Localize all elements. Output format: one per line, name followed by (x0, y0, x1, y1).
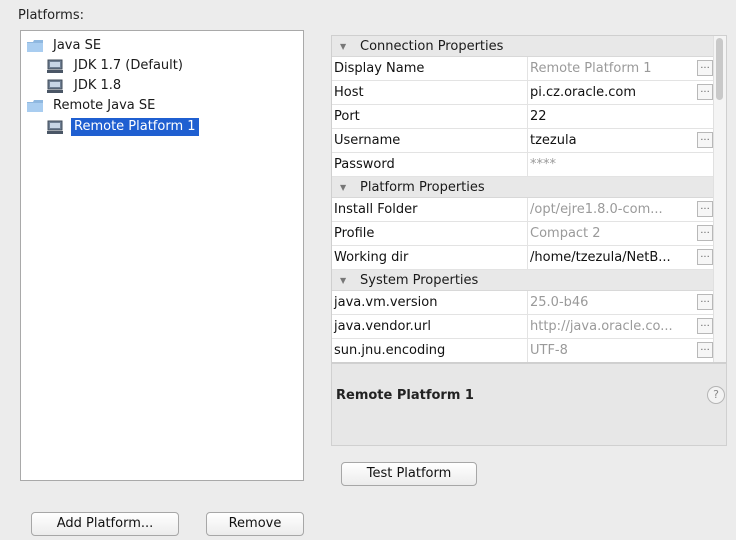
tree-node-label: Remote Java SE (53, 98, 156, 113)
section-title: Platform Properties (360, 180, 485, 195)
tree-node-java-se[interactable]: Java SE (27, 37, 104, 55)
expand-arrow-icon: ▼ (340, 42, 347, 51)
remove-button[interactable]: Remove (206, 512, 304, 536)
property-name: java.vm.version (334, 291, 528, 314)
ellipsis-button[interactable]: ... (697, 132, 713, 148)
property-value[interactable]: http://java.oracle.co... (530, 315, 702, 338)
description-panel: Remote Platform 1 ? (331, 363, 727, 446)
ellipsis-button[interactable]: ... (697, 294, 713, 310)
tree-node-remote-platform-1[interactable]: Remote Platform 1 (47, 118, 199, 136)
property-name: Working dir (334, 246, 528, 269)
vertical-scrollbar[interactable] (713, 36, 726, 362)
property-value[interactable]: 25.0-b46 (530, 291, 702, 314)
property-name: Port (334, 105, 528, 128)
tree-node-label: Remote Platform 1 (71, 118, 199, 136)
property-row-host[interactable]: Host pi.cz.oracle.com ... (332, 81, 715, 105)
property-value[interactable]: /opt/ejre1.8.0-com... (530, 198, 702, 221)
property-value[interactable]: UTF-8 (530, 339, 702, 362)
property-row-working-dir[interactable]: Working dir /home/tzezula/NetB... ... (332, 246, 715, 270)
tree-node-label: JDK 1.7 (Default) (74, 58, 183, 73)
property-value[interactable]: **** (530, 153, 702, 176)
section-system-properties[interactable]: ▼ System Properties (332, 270, 715, 291)
jdk-icon (47, 79, 63, 93)
tree-node-label: Java SE (53, 38, 102, 53)
tree-node-jdk-17[interactable]: JDK 1.7 (Default) (47, 57, 186, 75)
property-row-port[interactable]: Port 22 (332, 105, 715, 129)
property-value[interactable]: 22 (530, 105, 702, 128)
property-name: Display Name (334, 57, 528, 80)
ellipsis-button[interactable]: ... (697, 225, 713, 241)
property-value[interactable]: Remote Platform 1 (530, 57, 702, 80)
property-row-java-vm-version[interactable]: java.vm.version 25.0-b46 ... (332, 291, 715, 315)
tree-node-remote-java-se[interactable]: Remote Java SE (27, 97, 158, 115)
section-platform-properties[interactable]: ▼ Platform Properties (332, 177, 715, 198)
test-platform-button[interactable]: Test Platform (341, 462, 477, 486)
folder-icon (27, 40, 43, 52)
property-name: java.vendor.url (334, 315, 528, 338)
property-name: sun.jnu.encoding (334, 339, 528, 362)
jdk-icon (47, 120, 63, 134)
section-title: Connection Properties (360, 39, 504, 54)
ellipsis-button[interactable]: ... (697, 60, 713, 76)
property-row-password[interactable]: Password **** (332, 153, 715, 177)
property-row-sun-jnu-encoding[interactable]: sun.jnu.encoding UTF-8 ... (332, 339, 715, 362)
folder-icon (27, 100, 43, 112)
description-title: Remote Platform 1 (336, 388, 474, 403)
property-value[interactable]: tzezula (530, 129, 702, 152)
property-value[interactable]: /home/tzezula/NetB... (530, 246, 702, 269)
platforms-label: Platforms: (18, 8, 84, 23)
property-sheet: ▼ Connection Properties Display Name Rem… (331, 35, 727, 363)
ellipsis-button[interactable]: ... (697, 249, 713, 265)
tree-node-jdk-18[interactable]: JDK 1.8 (47, 77, 124, 95)
platforms-tree[interactable]: Java SE JDK 1.7 (Default) JDK 1.8 Remote… (20, 30, 304, 481)
ellipsis-button[interactable]: ... (697, 84, 713, 100)
jdk-icon (47, 59, 63, 73)
property-name: Username (334, 129, 528, 152)
property-value[interactable]: pi.cz.oracle.com (530, 81, 702, 104)
help-icon[interactable]: ? (707, 386, 725, 404)
add-platform-button[interactable]: Add Platform... (31, 512, 179, 536)
property-row-username[interactable]: Username tzezula ... (332, 129, 715, 153)
property-row-profile[interactable]: Profile Compact 2 ... (332, 222, 715, 246)
section-connection-properties[interactable]: ▼ Connection Properties (332, 36, 715, 57)
property-row-display-name[interactable]: Display Name Remote Platform 1 ... (332, 57, 715, 81)
property-name: Install Folder (334, 198, 528, 221)
property-name: Password (334, 153, 528, 176)
section-title: System Properties (360, 273, 479, 288)
property-name: Profile (334, 222, 528, 245)
ellipsis-button[interactable]: ... (697, 201, 713, 217)
expand-arrow-icon: ▼ (340, 276, 347, 285)
scrollbar-thumb[interactable] (716, 38, 723, 100)
property-value[interactable]: Compact 2 (530, 222, 702, 245)
ellipsis-button[interactable]: ... (697, 318, 713, 334)
expand-arrow-icon: ▼ (340, 183, 347, 192)
property-name: Host (334, 81, 528, 104)
property-row-install-folder[interactable]: Install Folder /opt/ejre1.8.0-com... ... (332, 198, 715, 222)
property-row-java-vendor-url[interactable]: java.vendor.url http://java.oracle.co...… (332, 315, 715, 339)
tree-node-label: JDK 1.8 (74, 78, 122, 93)
ellipsis-button[interactable]: ... (697, 342, 713, 358)
